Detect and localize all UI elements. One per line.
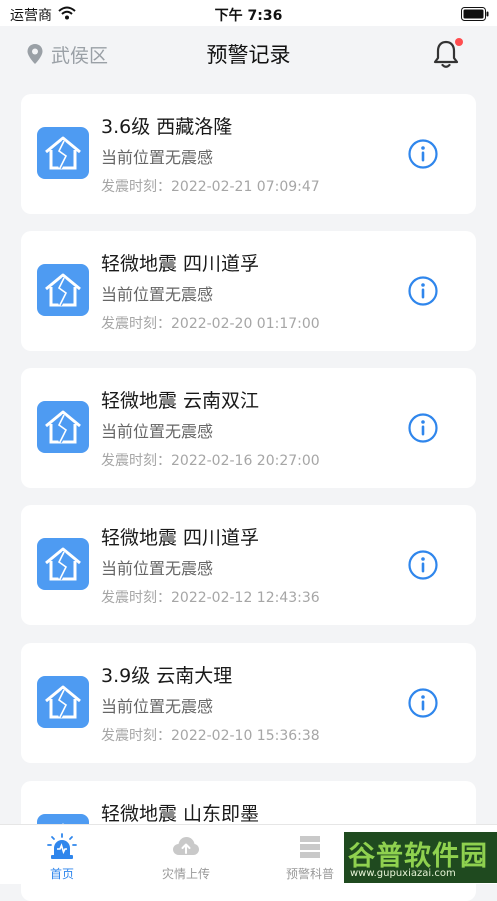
record-card[interactable]: 3.6级 西藏洛隆 当前位置无震感 发震时刻：2022-02-21 07:09:… bbox=[21, 94, 476, 214]
earthquake-house-icon bbox=[37, 401, 89, 453]
record-time: 发震时刻：2022-02-20 01:17:00 bbox=[101, 316, 320, 332]
info-icon bbox=[408, 276, 438, 306]
record-status: 当前位置无震感 bbox=[101, 148, 214, 167]
info-icon bbox=[408, 413, 438, 443]
record-status: 当前位置无震感 bbox=[101, 559, 214, 578]
earthquake-house-icon bbox=[37, 676, 89, 728]
info-button[interactable] bbox=[408, 276, 438, 306]
tab-disaster-upload[interactable]: 灾情上传 bbox=[124, 825, 248, 884]
record-title: 3.9级 云南大理 bbox=[101, 665, 233, 687]
tab-label: 首页 bbox=[49, 867, 74, 881]
info-icon bbox=[408, 550, 438, 580]
notification-badge bbox=[455, 38, 463, 46]
info-button[interactable] bbox=[408, 413, 438, 443]
record-status: 当前位置无震感 bbox=[101, 422, 214, 441]
record-title: 轻微地震 云南双江 bbox=[101, 390, 260, 412]
book-icon bbox=[300, 836, 320, 858]
record-card[interactable]: 轻微地震 四川道孚 当前位置无震感 发震时刻：2022-02-12 12:43:… bbox=[21, 505, 476, 625]
earthquake-house-icon bbox=[37, 538, 89, 590]
alarm-icon bbox=[47, 833, 77, 859]
record-title: 3.6级 西藏洛隆 bbox=[101, 116, 233, 138]
record-card[interactable]: 3.9级 云南大理 当前位置无震感 发震时刻：2022-02-10 15:36:… bbox=[21, 643, 476, 763]
watermark-url: www.gupuxiazai.com bbox=[350, 868, 456, 879]
info-button[interactable] bbox=[408, 139, 438, 169]
record-title: 轻微地震 山东即墨 bbox=[101, 803, 260, 825]
site-watermark: 谷普软件园 www.gupuxiazai.com bbox=[344, 832, 497, 883]
record-title: 轻微地震 四川道孚 bbox=[101, 253, 260, 275]
info-icon bbox=[408, 688, 438, 718]
info-icon bbox=[408, 139, 438, 169]
earthquake-house-icon bbox=[37, 127, 89, 179]
record-time: 发震时刻：2022-02-16 20:27:00 bbox=[101, 453, 320, 469]
record-card[interactable]: 轻微地震 云南双江 当前位置无震感 发震时刻：2022-02-16 20:27:… bbox=[21, 368, 476, 488]
info-button[interactable] bbox=[408, 550, 438, 580]
cloud-upload-icon bbox=[173, 837, 199, 855]
notification-button[interactable] bbox=[431, 38, 463, 70]
battery-icon bbox=[461, 6, 489, 25]
status-time: 下午 7:36 bbox=[214, 8, 283, 24]
status-bar: 运营商 下午 7:36 bbox=[0, 0, 497, 26]
header: 武侯区 预警记录 bbox=[0, 26, 497, 84]
record-title: 轻微地震 四川道孚 bbox=[101, 527, 260, 549]
record-card[interactable]: 轻微地震 四川道孚 当前位置无震感 发震时刻：2022-02-20 01:17:… bbox=[21, 231, 476, 351]
earthquake-house-icon bbox=[37, 264, 89, 316]
record-time: 发震时刻：2022-02-12 12:43:36 bbox=[101, 590, 320, 606]
info-button[interactable] bbox=[408, 688, 438, 718]
record-time: 发震时刻：2022-02-21 07:09:47 bbox=[101, 179, 320, 195]
page-title: 预警记录 bbox=[206, 43, 291, 67]
record-status: 当前位置无震感 bbox=[101, 285, 214, 304]
record-status: 当前位置无震感 bbox=[101, 697, 214, 716]
tab-label: 灾情上传 bbox=[161, 867, 210, 881]
tab-home[interactable]: 首页 bbox=[0, 825, 124, 884]
record-time: 发震时刻：2022-02-10 15:36:38 bbox=[101, 728, 320, 744]
